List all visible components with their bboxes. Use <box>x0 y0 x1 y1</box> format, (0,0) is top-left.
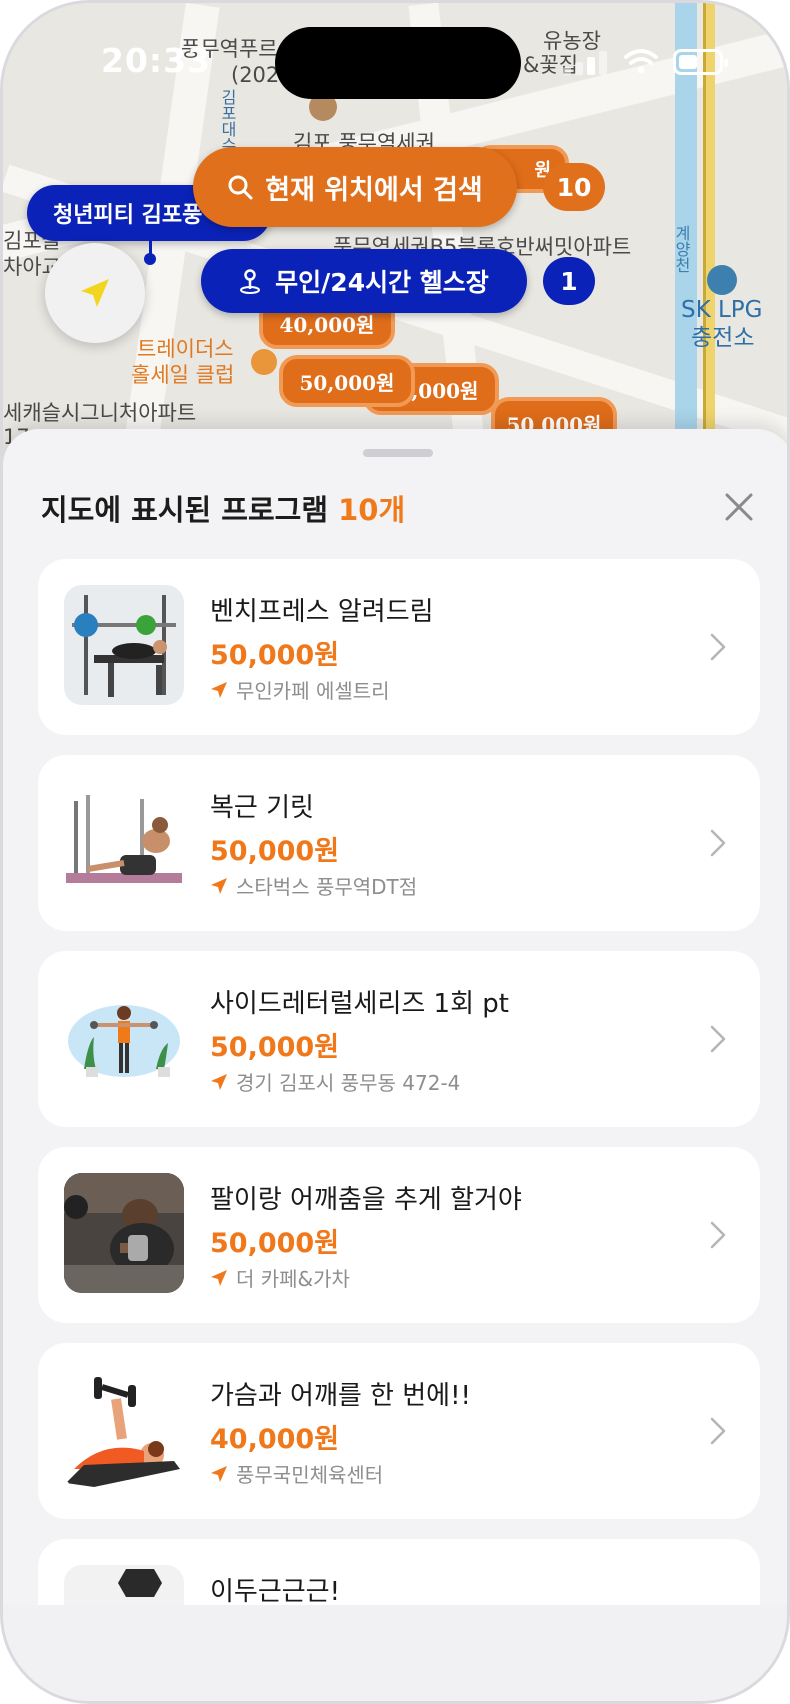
navigation-arrow-icon <box>81 279 109 307</box>
chevron-right-icon <box>710 1417 726 1445</box>
status-bar: 20:33 <box>3 3 787 113</box>
search-here-button[interactable]: 현재 위치에서 검색 <box>193 147 517 227</box>
program-list-sheet: 지도에 표시된 프로그램 10개 벤치프레스 알려드림 50,000원 무인카페… <box>3 429 787 1701</box>
sheet-title-count: 10개 <box>338 493 406 527</box>
program-title: 벤치프레스 알려드림 <box>210 597 434 627</box>
map-view[interactable]: 풍무역푸르 (202 유농장 &꽃집 김포대수로 김포 풍무역세권 풍무역세권B… <box>3 3 787 473</box>
location-arrow-icon <box>211 1269 227 1286</box>
program-location: 더 카페&가차 <box>210 1263 350 1292</box>
program-title: 가슴과 어깨를 한 번에!! <box>210 1381 471 1411</box>
program-title: 사이드레터럴세리즈 1회 pt <box>210 989 509 1019</box>
program-location: 스타벅스 풍무역DT점 <box>210 871 417 900</box>
program-list[interactable]: 벤치프레스 알려드림 50,000원 무인카페 에셀트리 복근 기릿 50,00… <box>3 559 787 1605</box>
program-location-text: 스타벅스 풍무역DT점 <box>236 875 418 899</box>
location-arrow-icon <box>211 1465 227 1482</box>
map-label: SK LPG <box>681 297 763 323</box>
map-label: 충전소 <box>691 325 755 351</box>
map-label: 홀세일 클럽 <box>131 363 235 387</box>
location-pin-icon <box>240 269 261 294</box>
map-label: 트레이더스 <box>137 337 234 361</box>
phone-screen: 풍무역푸르 (202 유농장 &꽃집 김포대수로 김포 풍무역세권 풍무역세권B… <box>0 0 790 1704</box>
chevron-right-icon <box>710 633 726 661</box>
unmanned-gym-label: 무인/24시간 헬스장 <box>275 268 489 297</box>
sheet-title-text: 지도에 표시된 프로그램 <box>41 493 328 527</box>
program-thumbnail <box>64 1369 184 1489</box>
shopping-cart-icon <box>251 349 277 375</box>
program-card[interactable]: 이두근근근! <box>38 1539 760 1605</box>
dynamic-island <box>275 27 521 99</box>
program-price: 40,000원 <box>210 1424 340 1455</box>
location-arrow-icon <box>211 877 227 894</box>
map-label: 계양천 <box>672 225 691 273</box>
program-price: 50,000원 <box>210 1032 340 1063</box>
location-arrow-icon <box>211 1073 227 1090</box>
program-thumbnail <box>64 585 184 705</box>
program-thumbnail <box>64 977 184 1097</box>
chevron-right-icon <box>710 829 726 857</box>
program-location: 풍무국민체육센터 <box>210 1459 383 1488</box>
map-label: 세캐슬시그니처아파트 <box>3 401 197 425</box>
gas-station-icon <box>707 265 737 295</box>
battery-icon <box>673 49 728 75</box>
program-location-text: 풍무국민체육센터 <box>236 1463 384 1487</box>
program-price: 50,000원 <box>210 1228 340 1259</box>
program-card[interactable]: 벤치프레스 알려드림 50,000원 무인카페 에셀트리 <box>38 559 760 735</box>
price-pin[interactable]: 50,000원 <box>279 355 415 407</box>
program-location-text: 무인카페 에셀트리 <box>236 679 390 703</box>
program-location: 무인카페 에셀트리 <box>210 675 390 704</box>
program-title: 이두근근근! <box>210 1577 341 1605</box>
wifi-icon <box>624 49 658 74</box>
program-location: 경기 김포시 풍무동 472-4 <box>210 1067 460 1096</box>
current-location-button[interactable] <box>45 243 145 343</box>
search-count-badge: 10 <box>543 163 605 211</box>
program-thumbnail <box>64 1173 184 1293</box>
bottom-safe-area <box>3 1605 787 1701</box>
program-location-text: 더 카페&가차 <box>236 1267 350 1291</box>
program-title: 복근 기릿 <box>210 793 314 823</box>
signal-icon <box>563 51 613 75</box>
program-thumbnail <box>64 1565 184 1605</box>
search-icon <box>228 175 253 200</box>
unmanned-gym-count-badge: 1 <box>543 257 595 305</box>
close-icon[interactable] <box>719 487 759 527</box>
unmanned-gym-filter-button[interactable]: 무인/24시간 헬스장 <box>201 249 527 313</box>
program-thumbnail <box>64 781 184 901</box>
sheet-title: 지도에 표시된 프로그램 10개 <box>41 487 405 529</box>
program-card[interactable]: 가슴과 어깨를 한 번에!! 40,000원 풍무국민체육센터 <box>38 1343 760 1519</box>
search-here-label: 현재 위치에서 검색 <box>265 174 483 206</box>
chevron-right-icon <box>710 1221 726 1249</box>
program-price: 50,000원 <box>210 836 340 867</box>
program-card[interactable]: 사이드레터럴세리즈 1회 pt 50,000원 경기 김포시 풍무동 472-4 <box>38 951 760 1127</box>
program-card[interactable]: 팔이랑 어깨춤을 추게 할거야 50,000원 더 카페&가차 <box>38 1147 760 1323</box>
program-location-text: 경기 김포시 풍무동 472-4 <box>236 1071 461 1095</box>
sheet-grabber[interactable] <box>363 449 433 457</box>
program-title: 팔이랑 어깨춤을 추게 할거야 <box>210 1185 522 1215</box>
program-card[interactable]: 복근 기릿 50,000원 스타벅스 풍무역DT점 <box>38 755 760 931</box>
status-time: 20:33 <box>101 41 212 80</box>
pin-dot <box>144 253 156 265</box>
location-arrow-icon <box>211 681 227 698</box>
program-price: 50,000원 <box>210 640 340 671</box>
chevron-right-icon <box>710 1025 726 1053</box>
